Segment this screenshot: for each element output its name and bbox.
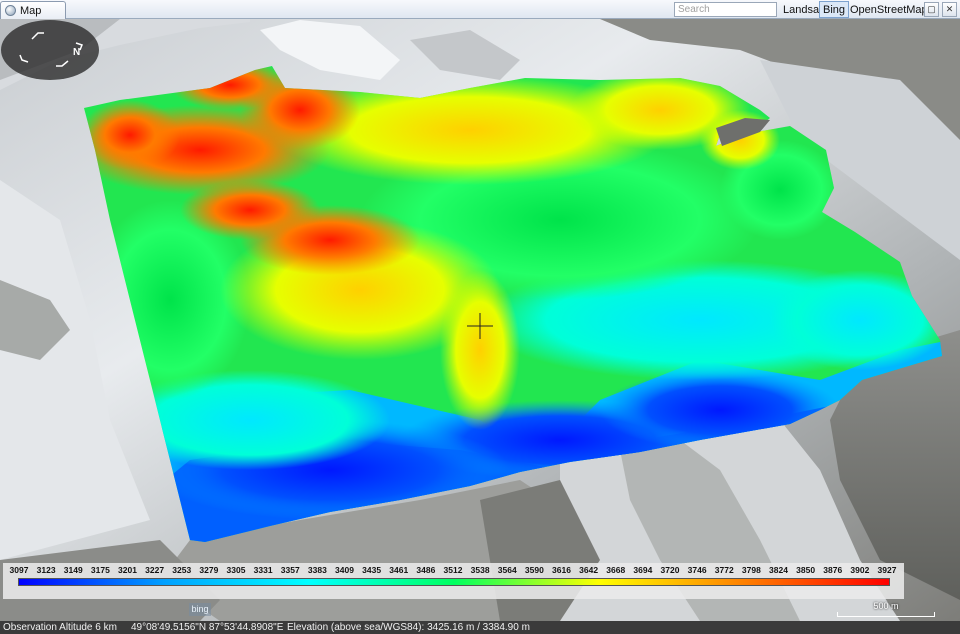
- scale-label: 500 m: [873, 601, 899, 611]
- legend-value: 3590: [524, 565, 544, 575]
- search-input[interactable]: [674, 2, 777, 17]
- close-button[interactable]: ✕: [942, 2, 957, 17]
- legend-value: 3357: [280, 565, 300, 575]
- maximize-button[interactable]: ▢: [924, 2, 939, 17]
- legend-value: 3435: [362, 565, 382, 575]
- tab-label: Map: [20, 4, 42, 17]
- legend-value: 3097: [9, 565, 29, 575]
- compass-icon[interactable]: N: [0, 19, 100, 81]
- legend-value: 3512: [443, 565, 463, 575]
- window-controls: ▢ ✕: [924, 2, 958, 17]
- layer-button-openstreetmap[interactable]: OpenStreetMap: [847, 1, 931, 18]
- legend-value: 3409: [335, 565, 354, 575]
- tab-map[interactable]: Map: [0, 1, 66, 19]
- legend-value: 3850: [796, 565, 816, 575]
- legend-value: 3461: [389, 565, 409, 575]
- legend-labels: 3097 3123 3149 3175 3201 3227 3253 3279 3305 3331…: [7, 565, 903, 577]
- legend-value: 3927: [877, 565, 897, 575]
- legend-value: 3616: [552, 565, 571, 575]
- legend-value: 3876: [823, 565, 843, 575]
- legend-value: 3824: [769, 565, 788, 575]
- terrain-scene: [0, 19, 960, 621]
- legend-value: 3746: [687, 565, 707, 575]
- legend-value: 3798: [741, 565, 761, 575]
- legend-color-bar: [18, 578, 890, 586]
- legend-value: 3694: [633, 565, 653, 575]
- legend-value: 3720: [660, 565, 680, 575]
- legend-value: 3253: [172, 565, 192, 575]
- legend-value: 3383: [307, 565, 327, 575]
- legend-value: 3305: [226, 565, 246, 575]
- map-view[interactable]: N: [0, 19, 960, 621]
- legend-value: 3564: [497, 565, 517, 575]
- legend-value: 3486: [416, 565, 436, 575]
- legend-value: 3538: [470, 565, 490, 575]
- legend-value: 3772: [714, 565, 734, 575]
- scale-line: [837, 612, 935, 617]
- legend-value: 3279: [199, 565, 219, 575]
- legend-value: 3149: [63, 565, 83, 575]
- bing-logo: bing: [189, 603, 211, 616]
- observation-altitude: Observation Altitude 6 km: [3, 622, 117, 633]
- legend-value: 3201: [118, 565, 137, 575]
- elevation-legend: 3097 3123 3149 3175 3201 3227 3253 3279 3305 3331…: [3, 563, 904, 599]
- legend-value: 3642: [579, 565, 599, 575]
- window-toolbar: Map Landsat Bing OpenStreetMap ▢ ✕: [0, 0, 960, 19]
- legend-value: 3175: [90, 565, 110, 575]
- legend-value: 3902: [850, 565, 870, 575]
- status-bar: Observation Altitude 6 km 49°08'49.5156"…: [0, 621, 960, 634]
- compass-north-label: N: [73, 47, 80, 58]
- cursor-elevation: Elevation (above sea/WGS84): 3425.16 m /…: [287, 622, 530, 633]
- globe-icon: [5, 5, 16, 16]
- legend-value: 3227: [145, 565, 165, 575]
- legend-value: 3331: [253, 565, 273, 575]
- legend-value: 3123: [36, 565, 56, 575]
- legend-value: 3668: [606, 565, 626, 575]
- scale-bar: 500 m: [837, 601, 935, 617]
- cursor-coordinates: 49°08'49.5156"N 87°53'44.8908"E: [131, 622, 284, 633]
- layer-button-bing[interactable]: Bing: [819, 1, 850, 18]
